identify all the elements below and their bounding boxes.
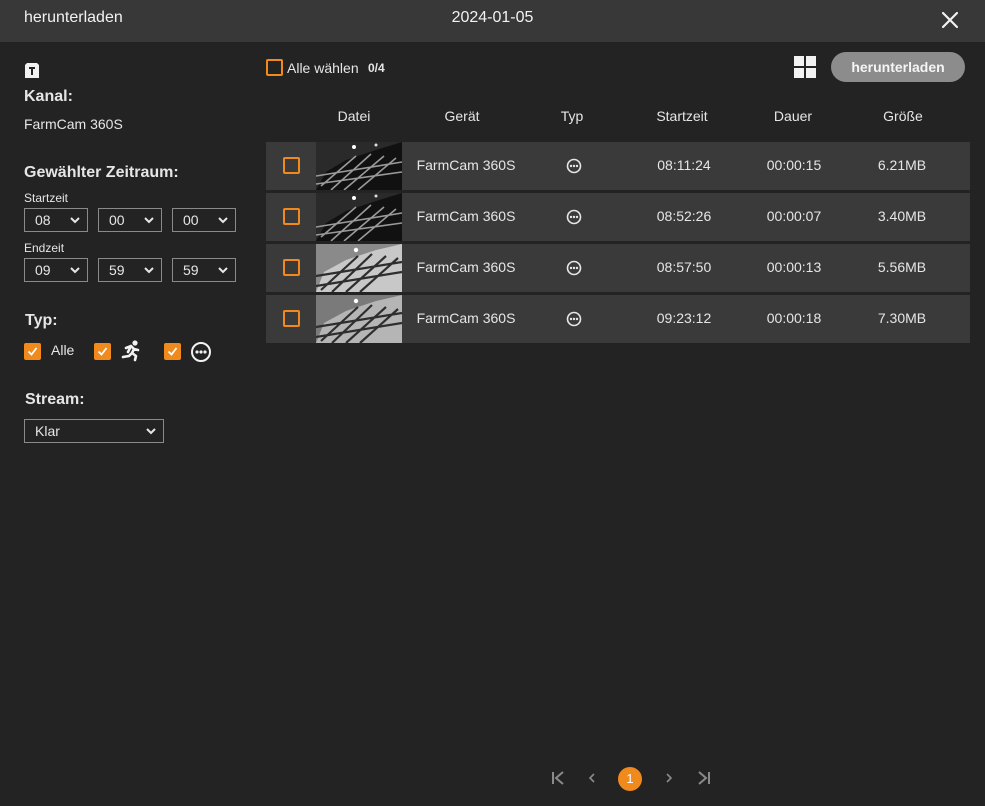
col-header-file: Datei <box>337 108 371 124</box>
title-bar: herunterladen 2024-01-05 <box>0 0 985 42</box>
page-1-button[interactable]: 1 <box>618 767 642 791</box>
video-thumbnail <box>316 142 402 190</box>
type-motion-checkbox[interactable] <box>94 343 111 360</box>
other-type-icon <box>566 209 582 225</box>
end-minute-value: 59 <box>109 262 125 278</box>
row-size: 3.40MB <box>877 208 927 224</box>
row-checkbox[interactable] <box>283 310 300 327</box>
row-checkbox[interactable] <box>283 208 300 225</box>
more-circle-icon <box>190 341 212 363</box>
chevron-down-icon <box>70 217 80 224</box>
check-icon <box>27 347 38 356</box>
row-device: FarmCam 360S <box>416 259 516 275</box>
row-duration: 00:00:07 <box>766 208 822 224</box>
end-hour-select[interactable]: 09 <box>24 258 88 282</box>
type-other-checkbox[interactable] <box>164 343 181 360</box>
next-page-icon[interactable] <box>659 768 679 788</box>
start-minute-select[interactable]: 00 <box>98 208 162 232</box>
channel-icon <box>24 62 40 79</box>
selection-count: 0/4 <box>368 61 385 75</box>
end-hour-value: 09 <box>35 262 51 278</box>
row-size: 5.56MB <box>877 259 927 275</box>
row-size: 7.30MB <box>877 310 927 326</box>
row-size: 6.21MB <box>877 157 927 173</box>
type-all-label: Alle <box>51 342 75 358</box>
stream-label: Stream: <box>25 391 85 408</box>
chevron-down-icon <box>218 267 228 274</box>
start-hour-value: 08 <box>35 212 51 228</box>
time-range-label: Gewählter Zeitraum: <box>24 164 179 181</box>
video-thumbnail <box>316 244 402 292</box>
row-device: FarmCam 360S <box>416 157 516 173</box>
row-start-time: 08:52:26 <box>656 208 712 224</box>
type-label: Typ: <box>25 312 58 329</box>
stream-select[interactable]: Klar <box>24 419 164 443</box>
video-thumbnail <box>316 295 402 343</box>
row-start-time: 08:11:24 <box>657 157 711 173</box>
grid-view-icon[interactable] <box>794 56 816 78</box>
chevron-down-icon <box>144 267 154 274</box>
channel-label: Kanal: <box>24 88 73 105</box>
start-hour-select[interactable]: 08 <box>24 208 88 232</box>
end-minute-select[interactable]: 59 <box>98 258 162 282</box>
select-all-label: Alle wählen <box>287 60 359 76</box>
row-device: FarmCam 360S <box>416 208 516 224</box>
row-device: FarmCam 360S <box>416 310 516 326</box>
table-row[interactable]: FarmCam 360S 08:52:26 00:00:07 3.40MB <box>266 193 970 241</box>
chevron-down-icon <box>146 428 156 435</box>
date-label: 2024-01-05 <box>451 9 534 26</box>
chevron-down-icon <box>144 217 154 224</box>
col-header-type: Typ <box>560 108 584 124</box>
first-page-icon[interactable] <box>548 768 568 788</box>
table-row[interactable]: FarmCam 360S 08:11:24 00:00:15 6.21MB <box>266 142 970 190</box>
last-page-icon[interactable] <box>694 768 714 788</box>
chevron-down-icon <box>218 217 228 224</box>
col-header-device: Gerät <box>444 108 480 124</box>
end-time-label: Endzeit <box>24 241 65 255</box>
start-second-value: 00 <box>183 212 199 228</box>
type-all-checkbox[interactable] <box>24 343 41 360</box>
chevron-down-icon <box>70 267 80 274</box>
col-header-start: Startzeit <box>656 108 708 124</box>
row-start-time: 08:57:50 <box>656 259 712 275</box>
table-row[interactable]: FarmCam 360S 09:23:12 00:00:18 7.30MB <box>266 295 970 343</box>
row-checkbox[interactable] <box>283 259 300 276</box>
other-type-icon <box>566 158 582 174</box>
window-title: herunterladen <box>24 9 123 26</box>
check-icon <box>97 347 108 356</box>
video-thumbnail <box>316 193 402 241</box>
select-all-checkbox[interactable] <box>266 59 283 76</box>
start-time-label: Startzeit <box>24 191 69 205</box>
table-row[interactable]: FarmCam 360S 08:57:50 00:00:13 5.56MB <box>266 244 970 292</box>
row-duration: 00:00:15 <box>766 157 822 173</box>
start-minute-value: 00 <box>109 212 125 228</box>
prev-page-icon[interactable] <box>582 768 602 788</box>
end-second-select[interactable]: 59 <box>172 258 236 282</box>
row-duration: 00:00:13 <box>766 259 822 275</box>
channel-value: FarmCam 360S <box>24 116 123 132</box>
col-header-duration: Dauer <box>773 108 813 124</box>
download-button[interactable]: herunterladen <box>831 52 965 82</box>
running-person-icon <box>119 339 143 363</box>
check-icon <box>167 347 178 356</box>
other-type-icon <box>566 260 582 276</box>
close-icon[interactable] <box>938 8 962 32</box>
col-header-size: Größe <box>883 108 923 124</box>
end-second-value: 59 <box>183 262 199 278</box>
row-duration: 00:00:18 <box>766 310 822 326</box>
row-start-time: 09:23:12 <box>656 310 712 326</box>
other-type-icon <box>566 311 582 327</box>
start-second-select[interactable]: 00 <box>172 208 236 232</box>
row-checkbox[interactable] <box>283 157 300 174</box>
stream-value: Klar <box>35 423 60 439</box>
